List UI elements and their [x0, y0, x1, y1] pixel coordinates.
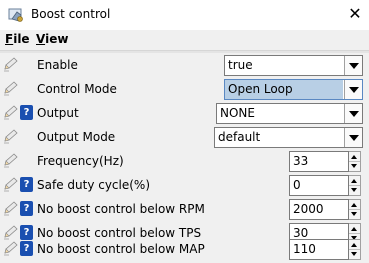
- spin-up-icon[interactable]: [349, 224, 360, 234]
- safe-duty-cycle-label: Safe duty cycle(%): [37, 178, 151, 192]
- frequency-spinner: 33: [289, 151, 361, 172]
- chevron-down-icon[interactable]: [344, 80, 362, 99]
- row-below-rpm: ? No boost control below RPM 2000: [0, 197, 369, 221]
- help-icon[interactable]: ?: [20, 241, 33, 256]
- pencil-icon[interactable]: [3, 128, 19, 144]
- window-title: Boost control: [31, 7, 111, 21]
- output-value: NONE: [220, 106, 255, 120]
- pencil-icon[interactable]: [3, 80, 19, 96]
- row-output: ? Output NONE: [0, 101, 369, 125]
- close-button[interactable]: ✕: [344, 4, 366, 26]
- menu-file[interactable]: File: [5, 32, 30, 46]
- boost-control-icon: [8, 8, 23, 22]
- output-dropdown[interactable]: NONE: [216, 103, 363, 124]
- row-control-mode: Control Mode Open Loop: [0, 77, 369, 101]
- help-icon[interactable]: ?: [20, 201, 33, 216]
- spin-up-icon[interactable]: [349, 240, 360, 250]
- below-rpm-input[interactable]: 2000: [289, 199, 349, 220]
- spin-up-icon[interactable]: [349, 176, 360, 186]
- pencil-icon[interactable]: [3, 176, 19, 192]
- menu-view[interactable]: View: [36, 32, 68, 46]
- frequency-label: Frequency(Hz): [37, 154, 124, 168]
- output-mode-dropdown[interactable]: default: [214, 127, 363, 148]
- pencil-icon[interactable]: [3, 152, 19, 168]
- spin-up-icon[interactable]: [349, 152, 360, 162]
- row-output-mode: Output Mode default: [0, 125, 369, 149]
- pencil-icon[interactable]: [3, 240, 19, 256]
- enable-dropdown[interactable]: true: [224, 55, 363, 76]
- safe-duty-cycle-spinner: 0: [289, 175, 361, 196]
- control-mode-dropdown[interactable]: Open Loop: [224, 79, 363, 100]
- output-mode-value: default: [218, 130, 261, 144]
- below-map-label: No boost control below MAP: [37, 242, 205, 256]
- spin-down-icon[interactable]: [349, 162, 360, 172]
- pencil-icon[interactable]: [3, 104, 19, 120]
- below-rpm-label: No boost control below RPM: [37, 202, 205, 216]
- output-mode-label: Output Mode: [37, 130, 116, 144]
- spin-down-icon[interactable]: [349, 210, 360, 220]
- pencil-icon[interactable]: [3, 200, 19, 216]
- help-icon[interactable]: ?: [20, 105, 33, 120]
- help-icon[interactable]: ?: [20, 177, 33, 192]
- output-label: Output: [37, 106, 79, 120]
- row-frequency: Frequency(Hz) 33: [0, 149, 369, 173]
- spin-down-icon[interactable]: [349, 186, 360, 196]
- chevron-down-icon[interactable]: [344, 56, 362, 75]
- below-map-spinner: 110: [289, 239, 361, 260]
- close-icon: ✕: [348, 4, 362, 23]
- enable-label: Enable: [37, 58, 78, 72]
- spin-down-icon[interactable]: [349, 250, 360, 260]
- menu-bar: File View: [0, 30, 369, 50]
- enable-value: true: [228, 58, 253, 72]
- frequency-input[interactable]: 33: [289, 151, 349, 172]
- row-enable: Enable true: [0, 53, 369, 77]
- property-panel: Enable true Control Mode Open Loop ? Out…: [0, 53, 369, 263]
- pencil-icon[interactable]: [3, 56, 19, 72]
- row-below-map: ? No boost control below MAP 110: [0, 237, 369, 261]
- safe-duty-cycle-input[interactable]: 0: [289, 175, 349, 196]
- chevron-down-icon[interactable]: [344, 128, 362, 147]
- control-mode-value: Open Loop: [228, 82, 293, 96]
- row-safe-duty-cycle: ? Safe duty cycle(%) 0: [0, 173, 369, 197]
- control-mode-label: Control Mode: [37, 82, 117, 96]
- spin-up-icon[interactable]: [349, 200, 360, 210]
- title-bar: Boost control ✕: [0, 0, 369, 30]
- chevron-down-icon[interactable]: [344, 104, 362, 123]
- below-rpm-spinner: 2000: [289, 199, 361, 220]
- below-map-input[interactable]: 110: [289, 239, 349, 260]
